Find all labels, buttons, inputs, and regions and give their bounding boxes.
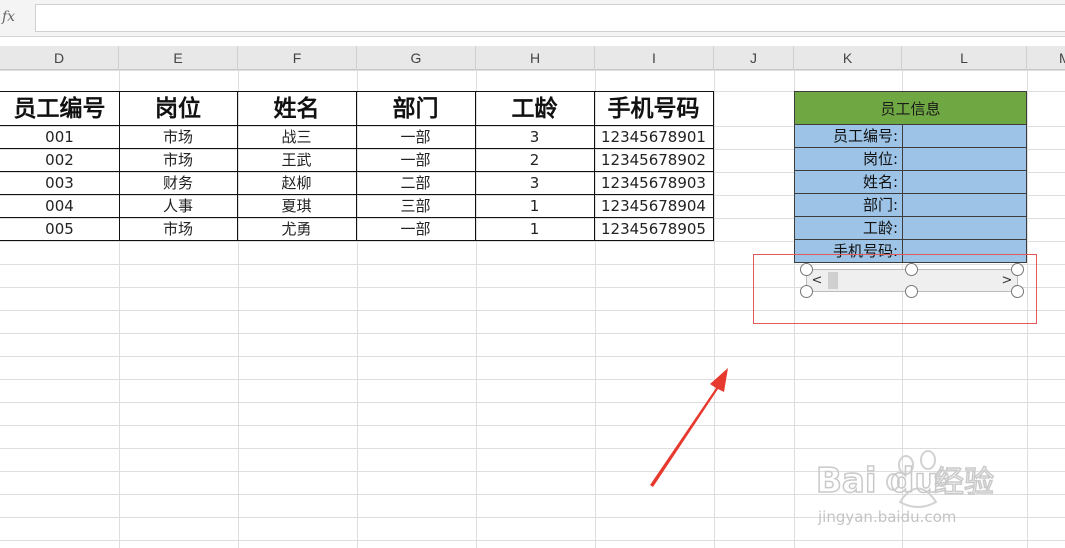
table-cell[interactable]: 二部 [356, 172, 475, 194]
table-cell[interactable]: 12345678901 [594, 126, 713, 148]
table-cell[interactable]: 1 [475, 195, 594, 217]
resize-handle[interactable] [905, 285, 918, 298]
resize-handle[interactable] [905, 263, 918, 276]
table-cell[interactable]: 12345678902 [594, 149, 713, 171]
column-header-e[interactable]: E [119, 46, 238, 70]
header-seniority[interactable]: 工龄 [475, 92, 594, 126]
watermark-brand: Bai [816, 461, 877, 501]
info-label: 工龄: [862, 219, 898, 237]
column-header-j[interactable]: J [714, 46, 794, 70]
header-name[interactable]: 姓名 [237, 92, 356, 126]
resize-handle[interactable] [800, 263, 813, 276]
watermark-cn: 经验 [934, 465, 994, 500]
column-header-i[interactable]: I [595, 46, 714, 70]
info-row-seniority[interactable]: 工龄: [794, 217, 1027, 240]
info-row-employee-id[interactable]: 员工编号: [794, 125, 1027, 148]
column-header-k[interactable]: K [794, 46, 902, 70]
info-label: 岗位: [862, 150, 898, 168]
table-cell[interactable]: 001 [0, 126, 119, 148]
table-cell[interactable]: 王武 [237, 149, 356, 171]
table-cell[interactable]: 12345678905 [594, 218, 713, 240]
table-cell[interactable]: 人事 [119, 195, 237, 217]
watermark-brand-du: du [890, 461, 939, 501]
info-label: 员工编号: [832, 127, 898, 145]
column-header-h[interactable]: H [476, 46, 595, 70]
info-row-position[interactable]: 岗位: [794, 148, 1027, 171]
table-cell[interactable]: 赵柳 [237, 172, 356, 194]
table-cell[interactable]: 3 [475, 172, 594, 194]
table-cell[interactable]: 12345678904 [594, 195, 713, 217]
resize-handle[interactable] [1011, 285, 1024, 298]
annotation-arrow-icon [650, 368, 728, 487]
table-cell[interactable]: 一部 [356, 218, 475, 240]
column-header-d[interactable]: D [0, 46, 119, 70]
column-header-m[interactable]: M [1027, 46, 1065, 70]
header-position[interactable]: 岗位 [119, 92, 237, 126]
info-label: 姓名: [862, 173, 898, 191]
table-cell[interactable]: 一部 [356, 126, 475, 148]
resize-handle[interactable] [1011, 263, 1024, 276]
formula-bar: fx [0, 0, 1065, 37]
table-cell[interactable]: 市场 [119, 149, 237, 171]
table-cell[interactable]: 市场 [119, 126, 237, 148]
table-cell[interactable]: 2 [475, 149, 594, 171]
table-cell[interactable]: 004 [0, 195, 119, 217]
table-cell[interactable]: 1 [475, 218, 594, 240]
table-cell[interactable]: 市场 [119, 218, 237, 240]
fx-icon[interactable]: fx [2, 9, 15, 25]
table-cell[interactable]: 一部 [356, 149, 475, 171]
table-cell[interactable]: 005 [0, 218, 119, 240]
table-cell[interactable]: 三部 [356, 195, 475, 217]
column-header-row: D E F G H I J K L M [0, 46, 1065, 70]
table-cell[interactable]: 3 [475, 126, 594, 148]
table-cell[interactable]: 002 [0, 149, 119, 171]
header-employee-id[interactable]: 员工编号 [0, 92, 119, 126]
table-cell[interactable]: 战三 [237, 126, 356, 148]
column-header-f[interactable]: F [238, 46, 357, 70]
table-cell[interactable]: 12345678903 [594, 172, 713, 194]
column-header-g[interactable]: G [357, 46, 476, 70]
baidu-watermark-logo: Bai du 经验 jingyan.baidu.com [815, 450, 995, 526]
formula-input[interactable] [35, 4, 1065, 32]
watermark-url: jingyan.baidu.com [817, 508, 956, 526]
resize-handle[interactable] [800, 285, 813, 298]
header-phone[interactable]: 手机号码 [594, 92, 713, 126]
info-box-title[interactable]: 员工信息 [794, 91, 1027, 125]
table-cell[interactable]: 财务 [119, 172, 237, 194]
header-department[interactable]: 部门 [356, 92, 475, 126]
table-cell[interactable]: 夏琪 [237, 195, 356, 217]
table-cell[interactable]: 尤勇 [237, 218, 356, 240]
info-row-name[interactable]: 姓名: [794, 171, 1027, 194]
column-header-l[interactable]: L [902, 46, 1027, 70]
scroll-thumb[interactable] [828, 272, 838, 289]
info-label: 部门: [862, 196, 898, 214]
table-cell[interactable]: 003 [0, 172, 119, 194]
info-row-department[interactable]: 部门: [794, 194, 1027, 217]
